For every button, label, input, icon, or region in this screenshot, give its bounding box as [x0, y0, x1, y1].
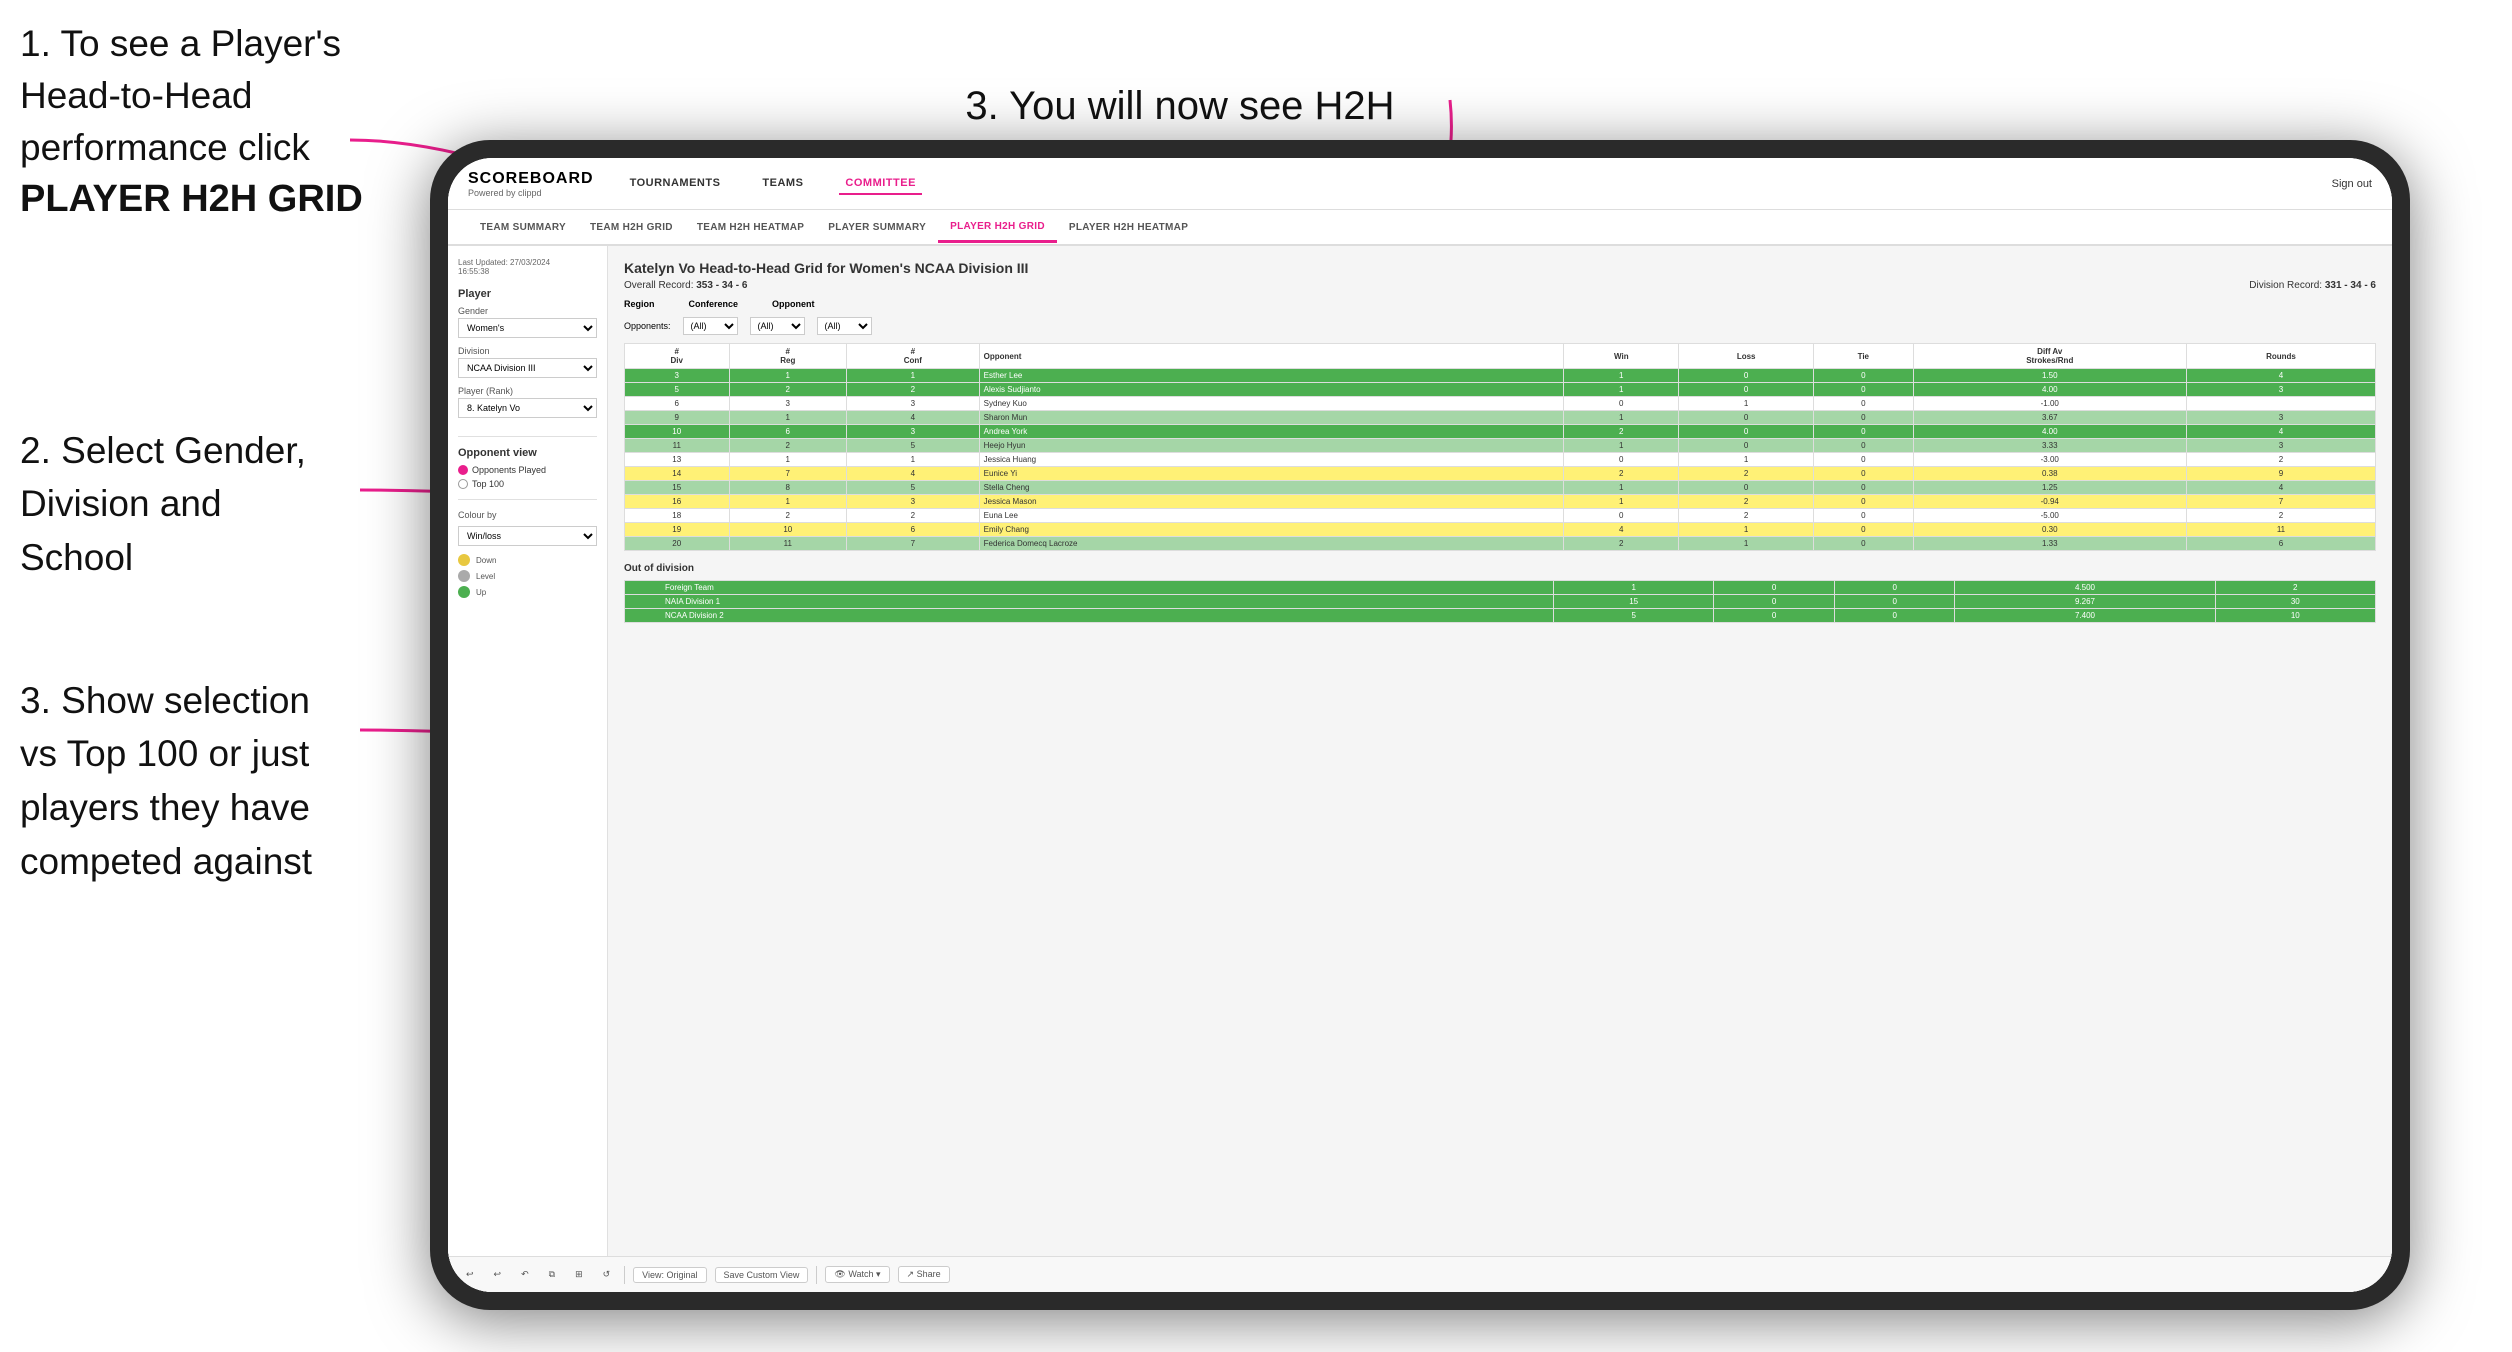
region-select[interactable]: (All): [683, 317, 738, 335]
radio-top100[interactable]: Top 100: [458, 479, 597, 489]
logo-sub: Powered by clippd: [468, 188, 594, 198]
view-original-btn[interactable]: View: Original: [633, 1267, 706, 1283]
col-tie: Tie: [1814, 344, 1913, 369]
col-conf: #Conf: [847, 344, 980, 369]
out-of-division-title: Out of division: [624, 563, 2376, 574]
radio-dot-top100: [458, 479, 468, 489]
opponent-view-title: Opponent view: [458, 447, 597, 459]
bottom-toolbar: ↩ ↩ ↶ ⧉ ⊞ ↺ View: Original Save Custom V…: [448, 1256, 2392, 1292]
nav-right: Sign out: [2332, 178, 2372, 190]
app-chrome: SCOREBOARD Powered by clippd TOURNAMENTS…: [448, 158, 2392, 1292]
player-rank-label: Player (Rank): [458, 386, 597, 396]
col-reg: #Reg: [729, 344, 847, 369]
tablet-screen: SCOREBOARD Powered by clippd TOURNAMENTS…: [448, 158, 2392, 1292]
legend-label-level: Level: [476, 572, 495, 581]
player-section-title: Player: [458, 288, 597, 300]
logo-area: SCOREBOARD Powered by clippd: [468, 170, 594, 198]
legend-dot-down: [458, 554, 470, 566]
h2h-records: Overall Record: 353 - 34 - 6 Division Re…: [624, 280, 2376, 291]
logo-text: SCOREBOARD: [468, 170, 594, 188]
main-content: Last Updated: 27/03/2024 16:55:38 Player…: [448, 246, 2392, 1292]
opponent-view-radios: Opponents Played Top 100: [458, 465, 597, 489]
redo-btn[interactable]: ↩: [488, 1267, 508, 1282]
panel-divider-2: [458, 499, 597, 500]
opponent-select[interactable]: (All): [817, 317, 872, 335]
h2h-title: Katelyn Vo Head-to-Head Grid for Women's…: [624, 260, 2376, 276]
legend-label-up: Up: [476, 588, 486, 597]
colour-section: Colour by Win/loss Down Level: [458, 510, 597, 598]
watch-btn[interactable]: 👁 Watch ▾: [825, 1266, 889, 1283]
sub-nav-team-h2h-heatmap[interactable]: TEAM H2H HEATMAP: [685, 214, 816, 241]
top-nav: SCOREBOARD Powered by clippd TOURNAMENTS…: [448, 158, 2392, 210]
nav-item-tournaments[interactable]: TOURNAMENTS: [624, 173, 727, 195]
copy-btn[interactable]: ⧉: [543, 1267, 561, 1282]
instruction-3-bottom: 3. Show selection vs Top 100 or just pla…: [20, 620, 410, 888]
radio-dot-opponents: [458, 465, 468, 475]
legend-down: Down: [458, 554, 597, 566]
gender-label: Gender: [458, 306, 597, 316]
legend-level: Level: [458, 570, 597, 582]
conference-select[interactable]: (All): [750, 317, 805, 335]
refresh-btn[interactable]: ↺: [597, 1267, 617, 1282]
col-loss: Loss: [1679, 344, 1814, 369]
sub-nav-player-h2h-heatmap[interactable]: PLAYER H2H HEATMAP: [1057, 214, 1200, 241]
sub-nav-team-summary[interactable]: TEAM SUMMARY: [468, 214, 578, 241]
paste-btn[interactable]: ⊞: [569, 1267, 589, 1282]
sub-nav-team-h2h-grid[interactable]: TEAM H2H GRID: [578, 214, 685, 241]
back-btn[interactable]: ↶: [515, 1267, 535, 1282]
colour-by-select[interactable]: Win/loss: [458, 526, 597, 546]
save-custom-btn[interactable]: Save Custom View: [715, 1267, 809, 1283]
conference-filter: Conference: [689, 299, 743, 309]
col-div: #Div: [625, 344, 730, 369]
last-updated: Last Updated: 27/03/2024 16:55:38: [458, 258, 597, 276]
overall-record: Overall Record: 353 - 34 - 6: [624, 280, 747, 291]
division-record: Division Record: 331 - 34 - 6: [2249, 280, 2376, 291]
sub-nav-player-h2h-grid[interactable]: PLAYER H2H GRID: [938, 213, 1057, 243]
sub-nav: TEAM SUMMARY TEAM H2H GRID TEAM H2H HEAT…: [448, 210, 2392, 246]
nav-item-teams[interactable]: TEAMS: [756, 173, 809, 195]
nav-items: TOURNAMENTS TEAMS COMMITTEE: [624, 173, 2332, 195]
toolbar-sep-1: [624, 1266, 625, 1284]
tablet-frame: SCOREBOARD Powered by clippd TOURNAMENTS…: [430, 140, 2410, 1310]
col-win: Win: [1564, 344, 1679, 369]
instruction-2: 2. Select Gender, Division and School: [20, 370, 400, 585]
share-btn[interactable]: ↗ Share: [898, 1266, 950, 1283]
division-label: Division: [458, 346, 597, 356]
legend-label-down: Down: [476, 556, 496, 565]
instruction-1: 1. To see a Player's Head-to-Head perfor…: [20, 18, 440, 227]
col-diff: Diff AvStrokes/Rnd: [1913, 344, 2186, 369]
player-select[interactable]: 8. Katelyn Vo: [458, 398, 597, 418]
right-content: Katelyn Vo Head-to-Head Grid for Women's…: [608, 246, 2392, 1292]
col-rounds: Rounds: [2186, 344, 2375, 369]
toolbar-sep-2: [816, 1266, 817, 1284]
legend-dot-up: [458, 586, 470, 598]
colour-by-label: Colour by: [458, 510, 597, 520]
division-select[interactable]: NCAA Division III: [458, 358, 597, 378]
ood-table: Foreign Team 1 0 0 4.500 2 NAIA Division…: [624, 580, 2376, 623]
gender-select[interactable]: Women's: [458, 318, 597, 338]
undo-btn[interactable]: ↩: [460, 1267, 480, 1282]
panel-divider-1: [458, 436, 597, 437]
opponent-filter: Opponent: [772, 299, 819, 309]
radio-opponents-played[interactable]: Opponents Played: [458, 465, 597, 475]
left-panel: Last Updated: 27/03/2024 16:55:38 Player…: [448, 246, 608, 1292]
h2h-table: #Div #Reg #Conf Opponent Win Loss Tie Di…: [624, 343, 2376, 551]
nav-item-committee[interactable]: COMMITTEE: [839, 173, 922, 195]
legend-dot-level: [458, 570, 470, 582]
sub-nav-player-summary[interactable]: PLAYER SUMMARY: [816, 214, 938, 241]
col-opponent: Opponent: [979, 344, 1564, 369]
legend-up: Up: [458, 586, 597, 598]
sign-out-link[interactable]: Sign out: [2332, 178, 2372, 190]
region-filter: Region: [624, 299, 659, 309]
opponents-label: Opponents:: [624, 321, 671, 331]
